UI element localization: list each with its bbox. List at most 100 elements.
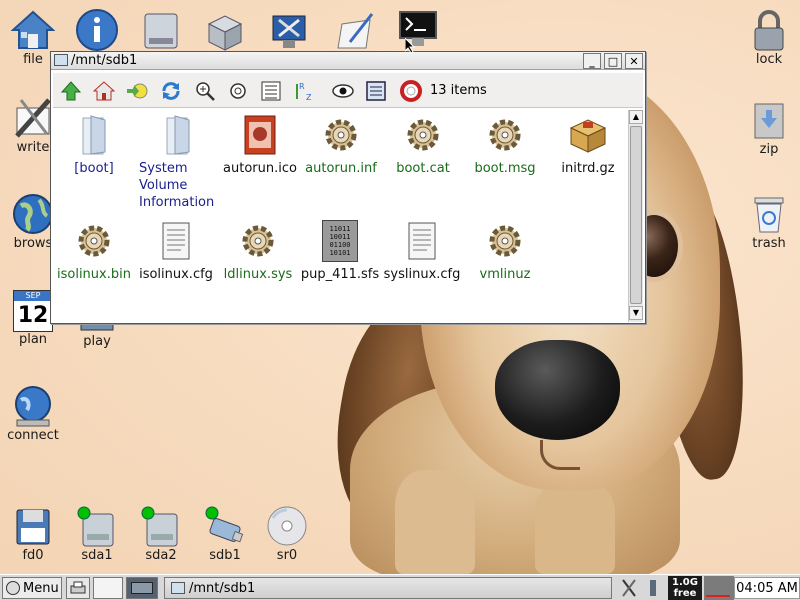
globe-icon: [11, 192, 55, 236]
desktop-icon-help[interactable]: [65, 8, 129, 52]
desktop-icon-label: plan: [18, 332, 48, 347]
help-lifebuoy-icon[interactable]: [399, 79, 423, 103]
close-button[interactable]: ✕: [625, 53, 643, 69]
gear-icon: [237, 220, 279, 262]
text-editor-icon: [332, 8, 376, 52]
file-item[interactable]: boot.msg: [464, 114, 546, 177]
file-item[interactable]: 11011 10011 01100 10101 pup_411.sfs: [299, 220, 381, 283]
clock-time: 04:05 AM: [736, 580, 798, 596]
drive-icon-fd0[interactable]: fd0: [1, 504, 65, 563]
desktop-1-switch[interactable]: [93, 577, 123, 599]
sort-by-name-icon[interactable]: RZ: [293, 79, 317, 103]
file-item[interactable]: initrd.gz: [547, 114, 629, 177]
usb-drive-icon: [203, 504, 247, 548]
gear-icon: [484, 220, 526, 262]
desktop-icon-lock[interactable]: lock: [737, 8, 800, 67]
refresh-icon[interactable]: [159, 79, 183, 103]
start-menu-button[interactable]: Menu: [2, 577, 62, 599]
desktop-icon-label: sr0: [276, 548, 298, 563]
file-name: vmlinuz: [479, 267, 531, 282]
puppy-leg-right: [535, 480, 615, 574]
scroll-up-arrow-icon[interactable]: ▲: [629, 110, 643, 124]
file-name: ldlinux.sys: [223, 267, 293, 282]
desktop-icon-label: sda1: [81, 548, 113, 563]
zoom-in-icon[interactable]: [193, 79, 217, 103]
select-view-icon[interactable]: [364, 79, 388, 103]
file-manager-toolbar: RZ 13 items: [53, 72, 643, 108]
maximize-button[interactable]: □: [604, 53, 622, 69]
menu-label: Menu: [23, 580, 59, 596]
desktop-icon-label: lock: [755, 52, 783, 67]
desktop-2-switch[interactable]: [126, 577, 158, 599]
network-plug-icon[interactable]: [642, 577, 664, 599]
file-item[interactable]: [boot]: [53, 114, 135, 177]
file-item[interactable]: isolinux.bin: [53, 220, 135, 283]
window-titlebar[interactable]: /mnt/sdb1 _ □ ✕: [51, 52, 645, 70]
file-item[interactable]: syslinux.cfg: [381, 220, 463, 283]
desktop-icon-connect[interactable]: connect: [1, 384, 65, 443]
home-icon: [11, 8, 55, 52]
up-arrow-icon[interactable]: [59, 79, 83, 103]
file-name: initrd.gz: [561, 161, 615, 176]
puppy-leg-left: [395, 470, 475, 574]
file-item[interactable]: isolinux.cfg: [135, 220, 217, 283]
drive-icon-sr0[interactable]: sr0: [255, 504, 319, 563]
taskbar: Menu /mnt/sdb1 1.0G free 04:05 AM: [0, 574, 800, 600]
file-item[interactable]: boot.cat: [382, 114, 464, 177]
write-tools-icon: [11, 96, 55, 140]
go-to-directory-icon[interactable]: [125, 79, 149, 103]
info-icon: [75, 8, 119, 52]
clock[interactable]: 04:05 AM: [734, 577, 800, 599]
file-manager-window[interactable]: /mnt/sdb1 _ □ ✕ RZ 13 items [boot] Syste…: [50, 51, 646, 324]
mixer-tools-icon[interactable]: [618, 577, 640, 599]
image-file-icon: [239, 114, 281, 156]
quick-launch-printer-icon[interactable]: [66, 577, 90, 599]
padlock-icon: [747, 8, 791, 52]
terminal-icon: [396, 8, 440, 52]
hard-drive-icon: [75, 504, 119, 548]
file-name: boot.msg: [474, 161, 536, 176]
folder-icon: [157, 114, 199, 156]
file-name: autorun.inf: [305, 161, 377, 176]
scrollbar-thumb[interactable]: [630, 126, 642, 304]
desktop-icon-drives[interactable]: [129, 8, 193, 52]
drive-icon-sda2[interactable]: sda2: [129, 504, 193, 563]
gear-icon: [402, 114, 444, 156]
taskbar-window-button[interactable]: /mnt/sdb1: [164, 577, 612, 599]
file-item[interactable]: autorun.ico: [219, 114, 301, 177]
vertical-scrollbar[interactable]: ▲ ▼: [628, 110, 643, 322]
file-name: System Volume Information: [139, 161, 215, 210]
desktop-icon-setup[interactable]: [257, 8, 321, 52]
zoom-fit-icon[interactable]: [226, 79, 250, 103]
taskbar-window-title: /mnt/sdb1: [189, 580, 256, 596]
file-item[interactable]: autorun.inf: [300, 114, 382, 177]
desktop-icon-console[interactable]: [386, 8, 450, 52]
file-item[interactable]: vmlinuz: [464, 220, 546, 283]
show-hidden-eye-icon[interactable]: [331, 79, 355, 103]
drive-icon-sdb1[interactable]: sdb1: [193, 504, 257, 563]
svg-text:R: R: [299, 82, 305, 91]
desktop-preview-icon: [131, 582, 153, 594]
desktop-icon-install[interactable]: [193, 8, 257, 52]
file-item[interactable]: System Volume Information: [137, 114, 219, 211]
details-view-icon[interactable]: [259, 79, 283, 103]
menu-icon: [6, 581, 20, 595]
desktop-icon-zip[interactable]: zip: [737, 98, 800, 157]
file-list[interactable]: [boot] System Volume Information autorun…: [53, 110, 627, 322]
file-name: pup_411.sfs: [300, 267, 380, 282]
desktop-icon-label: sdb1: [209, 548, 241, 563]
scroll-down-arrow-icon[interactable]: ▼: [629, 306, 643, 320]
desktop-icon-edit[interactable]: [322, 8, 386, 52]
calendar-month: SEP: [14, 291, 52, 301]
file-item[interactable]: ldlinux.sys: [217, 220, 299, 283]
gear-icon: [320, 114, 362, 156]
drive-icon-sda1[interactable]: sda1: [65, 504, 129, 563]
desktop-icon-trash[interactable]: trash: [737, 192, 800, 251]
minimize-button[interactable]: _: [583, 53, 601, 69]
home-icon[interactable]: [92, 79, 116, 103]
drive-manager-icon: [139, 8, 183, 52]
file-name: [boot]: [74, 161, 114, 176]
memory-free-label: free: [673, 588, 697, 599]
network-connect-icon: [11, 384, 55, 428]
file-name: boot.cat: [396, 161, 450, 176]
